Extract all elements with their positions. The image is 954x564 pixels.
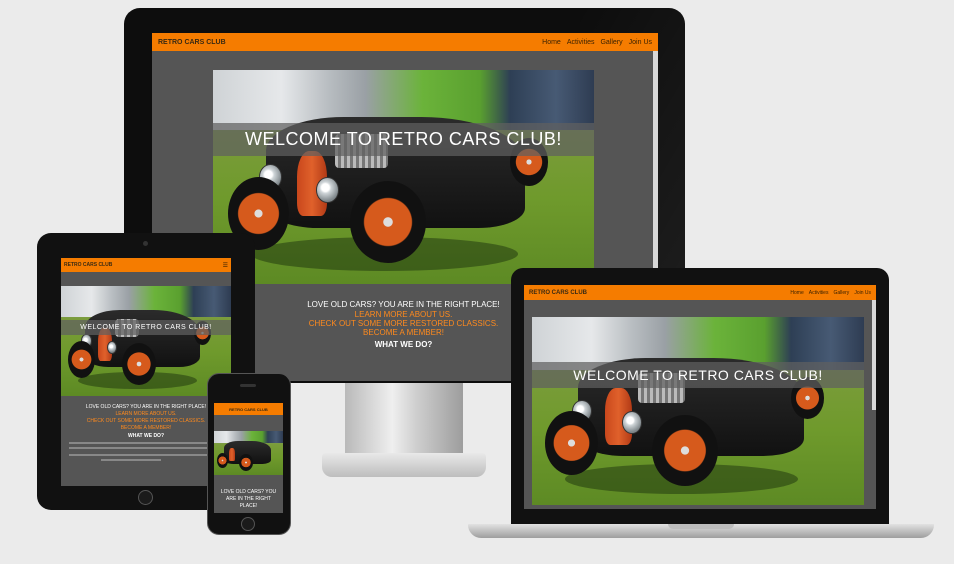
phone-tagline-3: PLACE! <box>239 503 258 509</box>
tablet-link-gallery[interactable]: CHECK OUT SOME MORE RESTORED CLASSICS. <box>61 418 231 424</box>
tablet-paragraph-line <box>69 447 219 449</box>
nav-gallery[interactable]: Gallery <box>600 39 622 46</box>
laptop-screen: RETRO CARS CLUB Home Activities Gallery … <box>524 285 876 509</box>
laptop-hero-title: WELCOME TO RETRO CARS CLUB! <box>573 367 823 383</box>
monitor-navbar: RETRO CARS CLUB Home Activities Gallery … <box>152 33 658 51</box>
tablet-hero-banner: WELCOME TO RETRO CARS CLUB! <box>61 320 231 335</box>
hamburger-icon[interactable]: ☰ <box>223 262 228 269</box>
nav-join-us[interactable]: Join Us <box>629 39 652 46</box>
phone-hero-image <box>214 431 283 475</box>
laptop-brand[interactable]: RETRO CARS CLUB <box>529 290 587 296</box>
tablet-link-about[interactable]: LEARN MORE ABOUT US. <box>61 411 231 417</box>
phone-tagline-2: ARE IN THE RIGHT <box>226 496 271 502</box>
laptop-nav-activities[interactable]: Activities <box>809 290 829 296</box>
nav-home[interactable]: Home <box>542 39 561 46</box>
tablet-home-button[interactable] <box>138 490 153 505</box>
laptop-hero-image: WELCOME TO RETRO CARS CLUB! <box>532 317 864 505</box>
laptop-nav-join-us[interactable]: Join Us <box>854 290 871 296</box>
hero-image: WELCOME TO RETRO CARS CLUB! <box>213 70 594 284</box>
tablet-paragraph-line <box>69 454 223 456</box>
tablet-section-heading: WHAT WE DO? <box>127 433 164 439</box>
tablet-hero-image: WELCOME TO RETRO CARS CLUB! <box>61 286 231 396</box>
tablet-paragraph-line <box>69 442 223 444</box>
nav-menu: Home Activities Gallery Join Us <box>542 39 652 46</box>
phone-navbar: RETRO CARS CLUB <box>214 403 283 415</box>
phone-screen: RETRO CARS CLUB LOVE OLD CARS? YOU ARE I… <box>214 403 283 513</box>
laptop-navbar: RETRO CARS CLUB Home Activities Gallery … <box>524 285 876 300</box>
tablet-navbar: RETRO CARS CLUB ☰ <box>61 258 231 272</box>
phone-home-button[interactable] <box>241 517 255 531</box>
laptop-nav-menu: Home Activities Gallery Join Us <box>790 290 871 296</box>
tablet-brand[interactable]: RETRO CARS CLUB <box>64 262 112 268</box>
laptop-nav-home[interactable]: Home <box>790 290 803 296</box>
phone-brand[interactable]: RETRO CARS CLUB <box>229 407 268 412</box>
phone-tagline-1: LOVE OLD CARS? YOU <box>220 489 277 495</box>
laptop-notch <box>668 524 734 529</box>
laptop-hero-banner: WELCOME TO RETRO CARS CLUB! <box>532 362 864 388</box>
phone-speaker <box>240 384 256 387</box>
hero-banner: WELCOME TO RETRO CARS CLUB! <box>213 123 594 156</box>
tablet-camera <box>143 241 148 246</box>
laptop-nav-gallery[interactable]: Gallery <box>833 290 849 296</box>
monitor-stand-base <box>322 453 486 477</box>
tablet-link-member[interactable]: BECOME A MEMBER! <box>61 425 231 431</box>
brand-logo[interactable]: RETRO CARS CLUB <box>158 39 226 46</box>
laptop-scrollbar[interactable] <box>872 300 876 410</box>
monitor-stand-neck <box>345 383 463 455</box>
tablet-paragraph-line <box>101 459 161 461</box>
tablet-screen: RETRO CARS CLUB ☰ WELCOME TO RETRO CARS … <box>61 258 231 486</box>
nav-activities[interactable]: Activities <box>567 39 595 46</box>
tablet-tagline: LOVE OLD CARS? YOU ARE IN THE RIGHT PLAC… <box>85 404 207 410</box>
hero-title: WELCOME TO RETRO CARS CLUB! <box>245 129 562 149</box>
tablet-hero-title: WELCOME TO RETRO CARS CLUB! <box>80 324 212 331</box>
scrollbar[interactable] <box>653 51 658 277</box>
